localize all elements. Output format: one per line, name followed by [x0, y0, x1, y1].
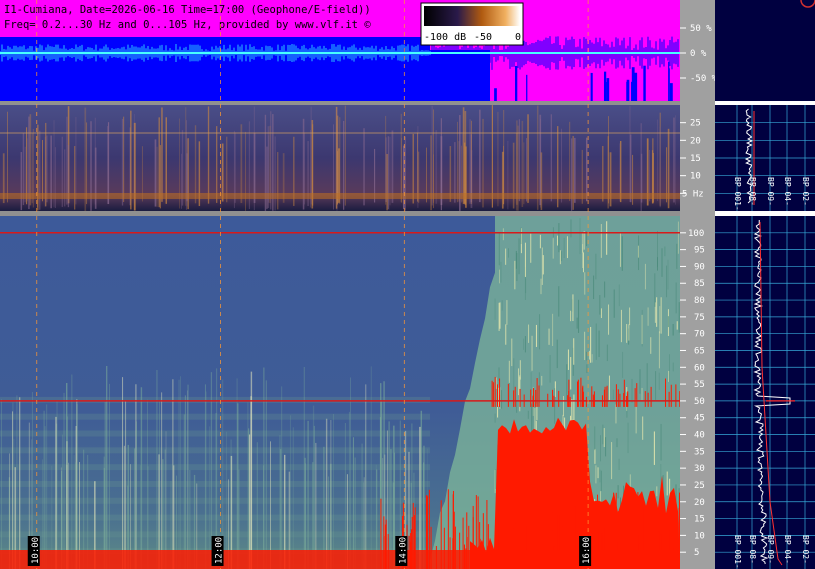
colorbar: -100 dB -50 0 — [420, 2, 524, 46]
time-label: 10:00 — [31, 537, 41, 564]
hf-tick-label: 75 — [694, 313, 705, 323]
hf-tick-label: 85 — [694, 279, 705, 289]
lf-tick-label: 10 — [690, 172, 701, 182]
lf-band-low — [0, 193, 680, 199]
hf-tick-label: 80 — [694, 296, 705, 306]
spectrum-x-label: BP 09- — [766, 535, 775, 564]
hf-tick-label: 20 — [694, 498, 705, 508]
spectrum-x-label: BP 001- — [733, 177, 742, 211]
spectrum-x-label: BP 02- — [801, 535, 810, 564]
time-label: 16:00 — [582, 537, 592, 564]
hf-tick-label: 95 — [694, 246, 705, 256]
spectrogram-figure: I1-Cumiana, Date=2026-06-16 Time=17:00 (… — [0, 0, 815, 569]
hf-tick-label: 65 — [694, 346, 705, 356]
hf-bottom-band — [0, 550, 680, 569]
time-label: 14:00 — [398, 537, 408, 564]
time-label-group: 16:00 — [579, 536, 592, 566]
lf-tick-label: 20 — [690, 136, 701, 146]
colorbar-label-mid: -50 — [474, 32, 492, 43]
hf-tick-label: 55 — [694, 380, 705, 390]
time-label-group: 12:00 — [211, 536, 225, 566]
hf-tick-label: 90 — [694, 262, 705, 272]
header-line1: I1-Cumiana, Date=2026-06-16 Time=17:00 (… — [4, 4, 371, 16]
spectrum-x-label: BP 02- — [801, 177, 810, 206]
hf-tick-label: 35 — [694, 447, 705, 457]
amplitude-tick-label: 50 % — [690, 24, 712, 34]
spectrum-x-label: BP 08- — [748, 177, 757, 206]
amplitude-tick-label: -50 % — [690, 74, 718, 84]
time-label: 12:00 — [215, 537, 225, 564]
hf-tick-label: 25 — [694, 481, 705, 491]
colorbar-gradient — [424, 6, 520, 26]
hf-spectrogram — [0, 216, 681, 569]
spectrum-x-label: BP 08- — [748, 535, 757, 564]
hf-tick-label: 10 — [694, 531, 705, 541]
amplitude-tick-label: 0 % — [690, 49, 707, 59]
lf-tick-label: 15 — [690, 154, 701, 164]
lf-tick-label: 25 — [690, 119, 701, 129]
spectrum-x-label: BP 001- — [733, 535, 742, 569]
lf-spectrogram — [0, 105, 680, 211]
hf-tick-label: 70 — [694, 330, 705, 340]
hf-tick-label: 45 — [694, 414, 705, 424]
time-label-group: 10:00 — [27, 536, 41, 566]
lf-tick-label: 5 Hz — [682, 189, 704, 199]
separator-2 — [0, 211, 680, 216]
time-label-group: 14:00 — [395, 536, 408, 566]
hf-tick-label: 100 — [688, 229, 704, 239]
right-separator-2 — [715, 211, 815, 216]
header-line2: Freq= 0.2...30 Hz and 0...105 Hz, provid… — [4, 19, 371, 31]
spectrum-x-label: BP 04- — [783, 535, 792, 564]
colorbar-label-min: -100 dB — [424, 32, 466, 43]
right-separator-1 — [715, 101, 815, 105]
right-panel — [715, 0, 815, 569]
spectrum-x-label: BP 04- — [783, 177, 792, 206]
hf-tick-label: 50 — [694, 397, 705, 407]
hf-tick-label: 60 — [694, 363, 705, 373]
hf-tick-label: 5 — [694, 548, 699, 558]
colorbar-label-max: 0 — [515, 32, 521, 43]
hf-tick-label: 30 — [694, 464, 705, 474]
hf-tick-label: 15 — [694, 515, 705, 525]
separator-1 — [0, 101, 680, 105]
spectrum-x-label: BP 09- — [766, 177, 775, 206]
vlf-monitor: I1-Cumiana, Date=2026-06-16 Time=17:00 (… — [0, 0, 815, 569]
hf-tick-label: 40 — [694, 431, 705, 441]
amplitude-overload-block — [430, 50, 490, 101]
